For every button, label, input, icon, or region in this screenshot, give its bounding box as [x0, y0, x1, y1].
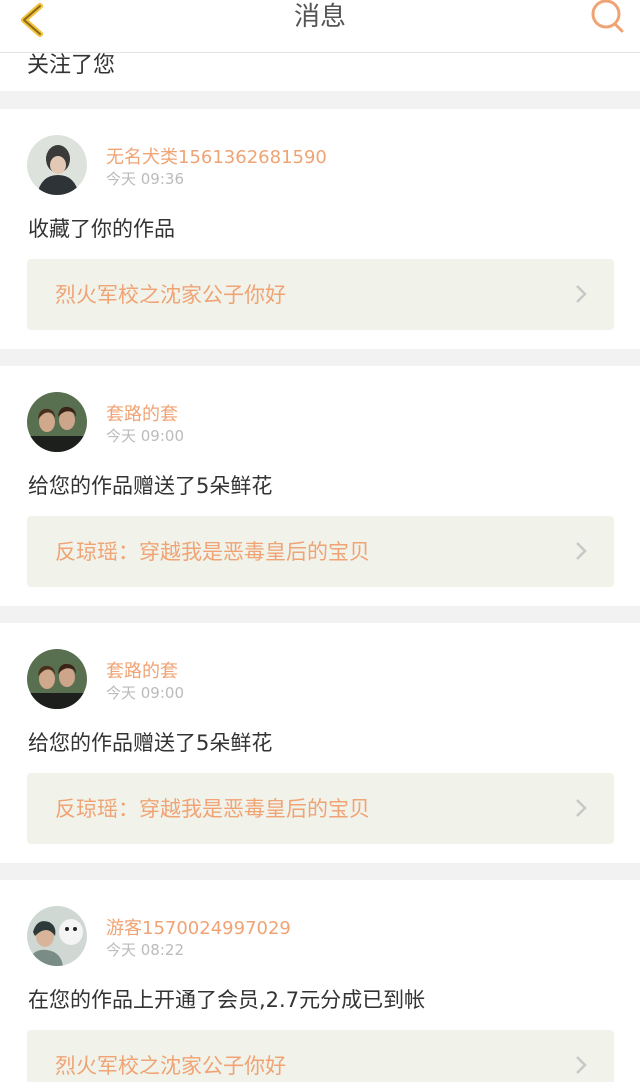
work-title: 反琼瑶：穿越我是恶毒皇后的宝贝 — [55, 797, 370, 821]
search-button[interactable] — [588, 0, 626, 38]
action-text: 收藏了你的作品 — [28, 217, 175, 241]
action-text: 在您的作品上开通了会员,2.7元分成已到帐 — [28, 988, 426, 1012]
avatar[interactable] — [27, 906, 87, 966]
page-title: 消息 — [293, 2, 346, 32]
action-text: 关注了您 — [27, 53, 116, 78]
work-title: 反琼瑶：穿越我是恶毒皇后的宝贝 — [55, 540, 370, 564]
avatar[interactable] — [27, 392, 87, 452]
timestamp: 今天 08:22 — [106, 941, 184, 959]
chevron-right-icon — [576, 542, 587, 560]
action-text: 给您的作品赠送了5朵鲜花 — [28, 731, 273, 755]
chevron-right-icon — [576, 285, 587, 303]
user-name[interactable]: 套路的套 — [106, 400, 178, 426]
list-item[interactable]: 无名犬类1561362681590 今天 09:36 收藏了你的作品 烈火军校之… — [0, 109, 640, 349]
work-title: 烈火军校之沈家公子你好 — [55, 1054, 286, 1078]
user-name[interactable]: 游客1570024997029 — [106, 914, 291, 940]
work-link[interactable]: 烈火军校之沈家公子你好 — [27, 259, 614, 330]
work-link[interactable]: 烈火军校之沈家公子你好 — [27, 1030, 614, 1082]
timestamp: 今天 09:00 — [106, 427, 184, 445]
chevron-right-icon — [576, 799, 587, 817]
search-icon — [591, 0, 624, 33]
work-title: 烈火军校之沈家公子你好 — [55, 283, 286, 307]
avatar[interactable] — [27, 135, 87, 195]
work-link[interactable]: 反琼瑶：穿越我是恶毒皇后的宝贝 — [27, 516, 614, 587]
chevron-right-icon — [576, 1056, 587, 1074]
list-item[interactable]: 套路的套 今天 09:00 给您的作品赠送了5朵鲜花 反琼瑶：穿越我是恶毒皇后的… — [0, 623, 640, 863]
user-name[interactable]: 无名犬类1561362681590 — [106, 143, 327, 169]
timestamp: 今天 09:36 — [106, 170, 184, 188]
timestamp: 今天 09:00 — [106, 684, 184, 702]
action-text: 给您的作品赠送了5朵鲜花 — [28, 474, 273, 498]
list-item[interactable]: 游客1570024997029 今天 08:22 在您的作品上开通了会员,2.7… — [0, 880, 640, 1082]
work-link[interactable]: 反琼瑶：穿越我是恶毒皇后的宝贝 — [27, 773, 614, 844]
avatar[interactable] — [27, 649, 87, 709]
user-name[interactable]: 套路的套 — [106, 657, 178, 683]
list-item-partial[interactable]: 关注了您 — [0, 53, 640, 91]
list-item[interactable]: 套路的套 今天 09:00 给您的作品赠送了5朵鲜花 反琼瑶：穿越我是恶毒皇后的… — [0, 366, 640, 606]
header-bar: 消息 — [0, 0, 640, 53]
